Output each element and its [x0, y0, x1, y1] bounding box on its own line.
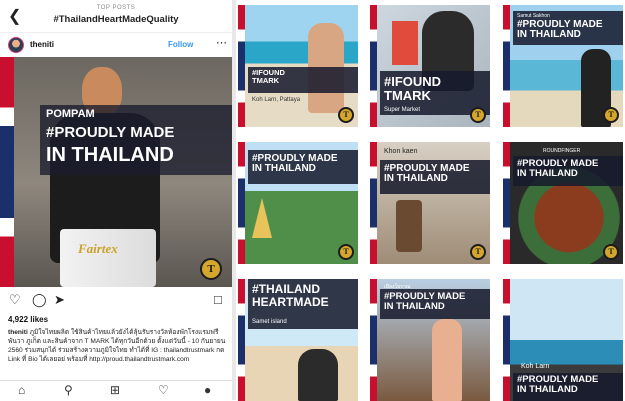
- grid-tile-7[interactable]: #THAILAND HEARTMADE Samet island: [238, 279, 358, 401]
- share-icon[interactable]: ➤: [54, 292, 65, 308]
- tmark-badge-icon: T: [338, 107, 354, 123]
- grid-tile-4[interactable]: #PROUDLY MADE IN THAILAND T: [238, 142, 358, 264]
- shorts-brand-text: Fairtex: [78, 241, 118, 256]
- tile-title: #PROUDLY MADE IN THAILAND: [252, 153, 338, 174]
- grid-tile-6[interactable]: ROUNDFINGER #PROUDLY MADE IN THAILAND T: [503, 142, 623, 264]
- tile-location: Koh Larn: [521, 363, 550, 370]
- tmark-badge-icon: T: [470, 107, 486, 123]
- post-header: theniti Follow ⋯: [0, 32, 232, 57]
- tile-location: ROUNDFINGER: [543, 148, 581, 154]
- profile-icon[interactable]: ●: [204, 383, 211, 397]
- post-overlay-line1: #PROUDLY MADE: [46, 124, 175, 141]
- tile-title: #PROUDLY MADE IN THAILAND: [384, 291, 466, 312]
- thai-flag-stripe: [238, 5, 245, 127]
- username[interactable]: theniti: [30, 40, 54, 49]
- tmark-badge-icon: T: [470, 244, 486, 260]
- post-overlay-name: POMPAM: [46, 108, 95, 120]
- grid-tile-1[interactable]: #IFOUND TMARK Koh Larn, Pattaya T: [238, 5, 358, 127]
- tile-title: #PROUDLY MADE IN THAILAND: [517, 374, 599, 395]
- more-horizontal-icon[interactable]: ⋯: [216, 36, 227, 49]
- tile-location: Samet island: [252, 319, 287, 325]
- coffee-cup: [396, 200, 422, 252]
- top-posts-label: TOP POSTS: [96, 5, 136, 11]
- tile-title: #PROUDLY MADE IN THAILAND: [517, 19, 603, 40]
- bottom-navigation: ⌂ ⚲ ⊞ ♡ ●: [0, 380, 232, 400]
- heart-icon[interactable]: ♡: [9, 292, 21, 308]
- post-actions: ♡ ◯ ➤ □: [0, 292, 232, 310]
- home-icon[interactable]: ⌂: [18, 383, 25, 397]
- tile-location: Khon kaen: [384, 148, 418, 155]
- tile-title: #PROUDLY MADE IN THAILAND: [384, 163, 470, 184]
- thai-flag-stripe: [238, 279, 245, 401]
- post-overlay-line2: IN THAILAND: [46, 144, 174, 166]
- pagoda-shape: [252, 198, 272, 238]
- person-figure: [298, 349, 338, 401]
- thai-flag-stripe: [0, 57, 14, 287]
- activity-heart-icon[interactable]: ♡: [158, 383, 169, 397]
- tile-title: #IFOUND TMARK: [252, 68, 285, 85]
- tile-title: #PROUDLY MADE IN THAILAND: [517, 158, 599, 179]
- grid-tile-5[interactable]: Khon kaen #PROUDLY MADE IN THAILAND T: [370, 142, 490, 264]
- follow-button[interactable]: Follow: [168, 40, 193, 49]
- instagram-post-panel: ❮ TOP POSTS #ThailandHeartMadeQuality th…: [0, 0, 232, 400]
- thai-flag-stripe: [370, 142, 377, 264]
- thai-flag-stripe: [503, 279, 510, 401]
- tile-title: #IFOUND TMARK: [384, 74, 442, 103]
- boxing-shorts: [60, 229, 156, 287]
- avatar[interactable]: [8, 37, 24, 53]
- hashtag-title: #ThailandHeartMadeQuality: [53, 14, 179, 25]
- likes-count[interactable]: 4,922 likes: [8, 315, 48, 324]
- grid-tile-9[interactable]: Koh Larn #PROUDLY MADE IN THAILAND: [503, 279, 623, 401]
- tmark-badge-icon: T: [338, 244, 354, 260]
- bookmark-icon[interactable]: □: [214, 292, 222, 307]
- top-bar: ❮ TOP POSTS #ThailandHeartMadeQuality: [0, 0, 232, 30]
- panel-divider: [232, 0, 236, 400]
- grid-tile-8[interactable]: เมืองโบราณ #PROUDLY MADE IN THAILAND: [370, 279, 490, 401]
- caption-username[interactable]: theniti: [8, 329, 28, 336]
- post-caption: theniti ภูมิใจไทยผลิต ใช้สินค้าไทยแล้วยั…: [8, 328, 226, 376]
- thai-flag-stripe: [503, 5, 510, 127]
- caption-text: ภูมิใจไทยผลิต ใช้สินค้าไทยแล้วยังได้ลุ้น…: [8, 329, 226, 363]
- grid-tile-2[interactable]: #IFOUND TMARK Super Market T: [370, 5, 490, 127]
- search-icon[interactable]: ⚲: [64, 383, 73, 397]
- tile-location: Koh Larn, Pattaya: [252, 97, 301, 103]
- tmark-badge-icon: T: [603, 107, 619, 123]
- grid-tile-3[interactable]: Samut Sakhon #PROUDLY MADE IN THAILAND T: [503, 5, 623, 127]
- add-icon[interactable]: ⊞: [110, 383, 120, 397]
- tmark-badge-icon: T: [603, 244, 619, 260]
- thai-flag-stripe: [503, 142, 510, 264]
- thai-flag-stripe: [370, 279, 377, 401]
- thai-flag-stripe: [238, 142, 245, 264]
- person-figure: [432, 319, 462, 401]
- tile-location: Super Market: [384, 107, 421, 113]
- tmark-badge-icon: T: [200, 258, 222, 280]
- comment-icon[interactable]: ◯: [32, 292, 47, 308]
- tile-title: #THAILAND HEARTMADE: [252, 282, 329, 309]
- thai-flag-stripe: [370, 5, 377, 127]
- product-pack: [392, 21, 418, 65]
